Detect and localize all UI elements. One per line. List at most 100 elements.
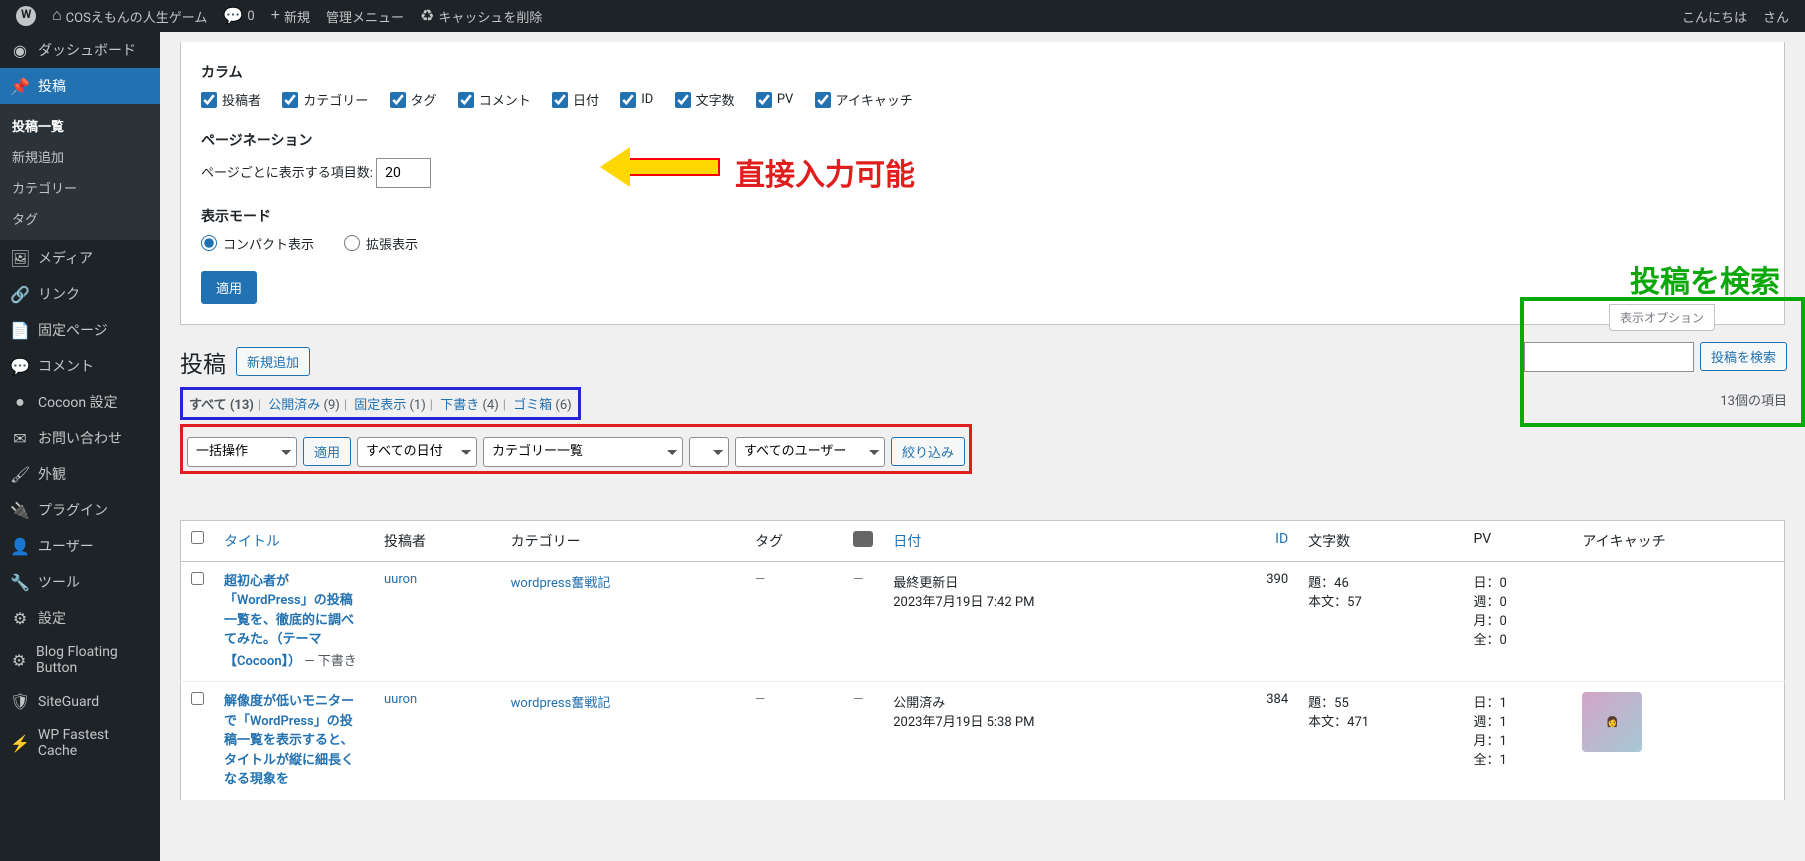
filter-trash[interactable]: ゴミ箱 (6) xyxy=(513,398,572,413)
menu-pages[interactable]: 📄固定ページ xyxy=(0,312,160,348)
site-name-link[interactable]: ⌂COSえもんの人生ゲーム xyxy=(44,0,215,32)
display-options-tab[interactable]: 表示オプション xyxy=(1609,304,1715,331)
page-title: 投稿 xyxy=(180,345,226,379)
submenu-posts-new[interactable]: 新規追加 xyxy=(0,141,160,172)
compact-radio[interactable]: コンパクト表示 xyxy=(201,234,314,253)
filter-sticky[interactable]: 固定表示 (1) xyxy=(354,398,426,413)
menu-users[interactable]: 👤ユーザー xyxy=(0,528,160,564)
col-header-eyecatch: アイキャッチ xyxy=(1572,520,1784,561)
filter-all[interactable]: すべて (13) xyxy=(189,398,254,413)
admin-sidebar: ◉ダッシュボード 📌投稿 投稿一覧 新規追加 カテゴリー タグ 🖼メディア 🔗リ… xyxy=(0,32,160,861)
post-thumb-cell xyxy=(1572,561,1784,682)
screen-options-panel: カラム 投稿者 カテゴリー タグ コメント 日付 ID 文字数 PV アイキャッ… xyxy=(180,42,1785,325)
menu-settings[interactable]: ⚙設定 xyxy=(0,600,160,636)
new-content-link[interactable]: +新規 xyxy=(263,0,318,32)
menu-links[interactable]: 🔗リンク xyxy=(0,276,160,312)
post-author-link[interactable]: uuron xyxy=(384,692,417,707)
admin-menu-link[interactable]: 管理メニュー xyxy=(318,0,412,32)
col-eyecatch-checkbox[interactable]: アイキャッチ xyxy=(815,90,913,109)
post-chars: 題：46本文：57 xyxy=(1298,561,1463,682)
col-comment-checkbox[interactable]: コメント xyxy=(458,90,531,109)
comment-icon: 💬 xyxy=(223,6,243,26)
col-tag-checkbox[interactable]: タグ xyxy=(390,90,437,109)
expanded-radio[interactable]: 拡張表示 xyxy=(344,234,418,253)
pagination-heading: ページネーション xyxy=(201,130,1764,150)
col-category-checkbox[interactable]: カテゴリー xyxy=(282,90,368,109)
select-all-checkbox[interactable] xyxy=(191,531,204,544)
menu-cocoon[interactable]: ●Cocoon 設定 xyxy=(0,384,160,420)
submenu-posts-tag[interactable]: タグ xyxy=(0,203,160,234)
extra-filter-select[interactable] xyxy=(689,437,729,467)
submenu-posts-list[interactable]: 投稿一覧 xyxy=(0,110,160,141)
filter-draft[interactable]: 下書き (4) xyxy=(440,398,499,413)
col-header-date[interactable]: 日付 xyxy=(893,534,921,550)
add-new-button[interactable]: 新規追加 xyxy=(236,347,310,376)
menu-tools[interactable]: 🔧ツール xyxy=(0,564,160,600)
col-header-id[interactable]: ID xyxy=(1275,531,1288,547)
post-tag: — xyxy=(755,572,765,587)
col-id-checkbox[interactable]: ID xyxy=(620,92,653,108)
submenu-posts-category[interactable]: カテゴリー xyxy=(0,172,160,203)
post-tag: — xyxy=(755,692,765,707)
columns-heading: カラム xyxy=(201,62,1764,82)
menu-comments[interactable]: 💬コメント xyxy=(0,348,160,384)
comments-link[interactable]: 💬0 xyxy=(215,0,262,32)
admin-bar: ⌂COSえもんの人生ゲーム 💬0 +新規 管理メニュー ♻キャッシュを削除 こん… xyxy=(0,0,1805,32)
post-category-link[interactable]: wordpress奮戦記 xyxy=(511,576,611,591)
screen-options-apply-button[interactable]: 適用 xyxy=(201,271,257,304)
menu-blog-floating[interactable]: ⚙Blog Floating Button xyxy=(0,636,160,684)
media-icon: 🖼 xyxy=(10,249,30,268)
menu-plugins[interactable]: 🔌プラグイン xyxy=(0,492,160,528)
user-icon: 👤 xyxy=(10,537,30,556)
post-category-link[interactable]: wordpress奮戦記 xyxy=(511,696,611,711)
category-filter-select[interactable]: カテゴリー一覧 xyxy=(483,437,683,467)
menu-siteguard[interactable]: 🛡SiteGuard xyxy=(0,684,160,719)
cocoon-icon: ● xyxy=(10,392,30,412)
col-pv-checkbox[interactable]: PV xyxy=(756,92,793,108)
col-header-author: 投稿者 xyxy=(374,520,501,561)
menu-wpfc[interactable]: ⚡WP Fastest Cache xyxy=(0,719,160,767)
menu-appearance[interactable]: 🖌外観 xyxy=(0,456,160,492)
col-chars-checkbox[interactable]: 文字数 xyxy=(675,90,735,109)
col-header-title[interactable]: タイトル xyxy=(224,534,280,550)
status-filter-row: すべて (13)| 公開済み (9)| 固定表示 (1)| 下書き (4)| ゴ… xyxy=(180,387,581,420)
menu-posts[interactable]: 📌投稿 xyxy=(0,68,160,104)
brush-icon: 🖌 xyxy=(10,465,30,484)
bulk-apply-button[interactable]: 適用 xyxy=(303,437,351,466)
greeting-text: こんにちは xyxy=(1674,0,1755,32)
cache-icon: ⚡ xyxy=(10,734,30,753)
post-comment: — xyxy=(853,572,863,587)
search-button[interactable]: 投稿を検索 xyxy=(1700,342,1787,371)
bulk-action-select[interactable]: 一括操作 xyxy=(187,437,297,467)
cache-delete-link[interactable]: ♻キャッシュを削除 xyxy=(412,0,550,32)
per-page-input[interactable] xyxy=(376,158,431,188)
post-title-link[interactable]: 解像度が低いモニターで「WordPress」の投稿一覧を表示すると、タイトルが縦… xyxy=(224,694,354,787)
row-checkbox[interactable] xyxy=(191,692,204,705)
col-header-category: カテゴリー xyxy=(501,520,746,561)
filter-published[interactable]: 公開済み (9) xyxy=(268,398,340,413)
col-header-chars: 文字数 xyxy=(1298,520,1463,561)
menu-media[interactable]: 🖼メディア xyxy=(0,240,160,276)
menu-contact[interactable]: ✉お問い合わせ xyxy=(0,420,160,456)
wp-logo-menu[interactable] xyxy=(8,0,44,32)
col-author-checkbox[interactable]: 投稿者 xyxy=(201,90,261,109)
narrow-button[interactable]: 絞り込み xyxy=(891,437,965,466)
plus-icon: + xyxy=(271,7,280,25)
shield-icon: 🛡 xyxy=(10,692,30,711)
col-date-checkbox[interactable]: 日付 xyxy=(552,90,599,109)
user-filter-select[interactable]: すべてのユーザー xyxy=(735,437,885,467)
comment-icon: 💬 xyxy=(10,357,30,376)
comment-header-icon xyxy=(853,531,873,547)
item-count: 13個の項目 xyxy=(1720,390,1787,409)
date-filter-select[interactable]: すべての日付 xyxy=(357,437,477,467)
user-menu[interactable]: さん xyxy=(1755,0,1797,32)
cache-icon: ♻ xyxy=(420,6,434,26)
row-checkbox[interactable] xyxy=(191,572,204,585)
post-author-link[interactable]: uuron xyxy=(384,572,417,587)
menu-dashboard[interactable]: ◉ダッシュボード xyxy=(0,32,160,68)
viewmode-heading: 表示モード xyxy=(201,206,1764,226)
search-input[interactable] xyxy=(1524,342,1694,372)
annotation-direct-input: 直接入力可能 xyxy=(735,150,915,194)
post-thumb-cell: 👩 xyxy=(1572,682,1784,801)
link-icon: 🔗 xyxy=(10,285,30,304)
